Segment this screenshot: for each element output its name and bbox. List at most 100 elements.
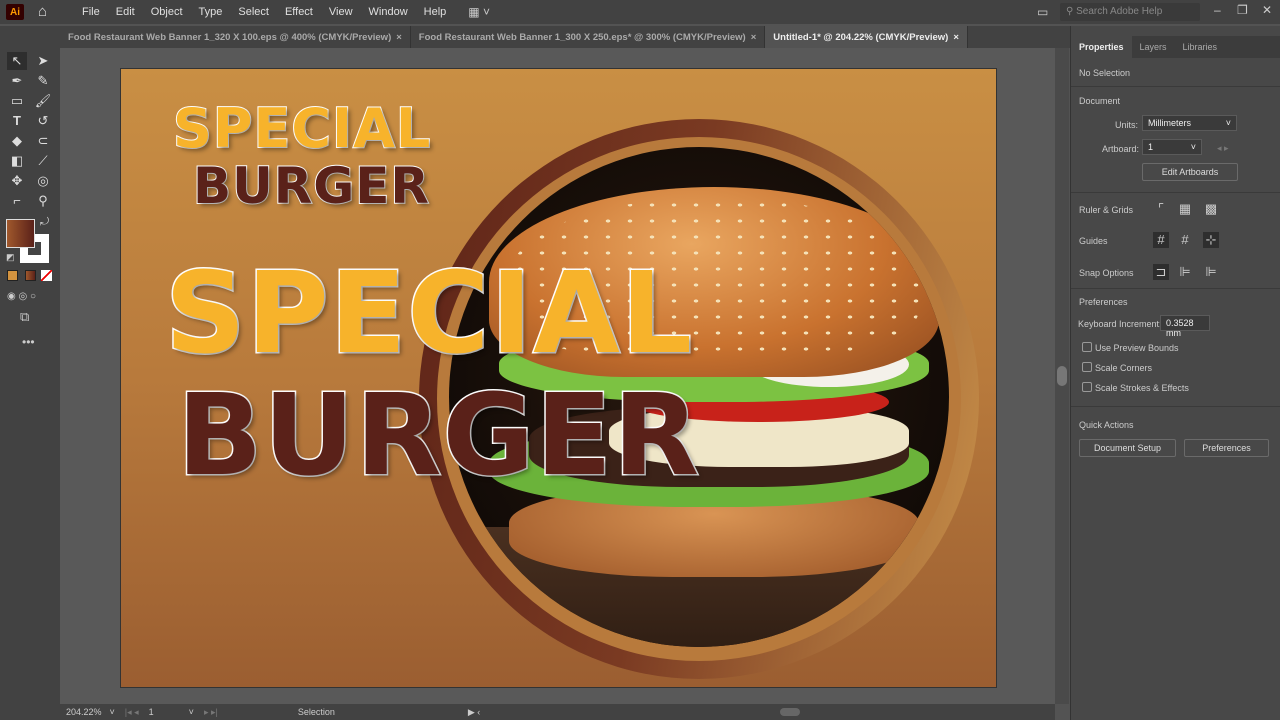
scale-strokes-checkbox[interactable] (1082, 382, 1092, 392)
workspace-switcher-icon[interactable]: ▦ ˅ (468, 5, 490, 19)
draw-normal-icon[interactable]: ◉ ◎ ○ (7, 291, 36, 302)
artboard[interactable]: SPECIAL BURGER SPECIAL BURGER (120, 68, 997, 688)
eraser-tool-icon[interactable]: ◆ (7, 132, 27, 150)
rectangle-tool-icon[interactable]: ▭ (7, 92, 27, 110)
tab-libraries[interactable]: Libraries (1175, 36, 1226, 58)
big-title-line2: BURGER (175, 370, 701, 503)
zoom-level[interactable]: 204.22% (66, 707, 102, 717)
shape-builder-tool-icon[interactable]: ◎ (33, 172, 53, 190)
default-colors-icon[interactable]: ◩ (6, 252, 15, 263)
menu-select[interactable]: Select (230, 6, 277, 18)
use-preview-bounds-checkbox[interactable] (1082, 342, 1092, 352)
home-icon[interactable]: ⌂ (38, 4, 54, 19)
horizontal-scrollbar[interactable] (780, 708, 801, 716)
small-title-line1: SPECIAL (172, 96, 432, 161)
artboard-dropdown-icon[interactable]: ˅ (189, 707, 194, 717)
small-title-line2: BURGER (192, 156, 430, 216)
canvas[interactable]: SPECIAL BURGER SPECIAL BURGER (60, 48, 1055, 704)
close-tab-icon[interactable]: × (396, 32, 402, 43)
close-icon[interactable]: ✕ (1262, 3, 1272, 17)
direct-selection-tool-icon[interactable]: ➤ (33, 52, 53, 70)
menu-object[interactable]: Object (143, 6, 191, 18)
selection-status: No Selection (1079, 68, 1131, 78)
selection-tool-icon[interactable]: ↖ (7, 52, 27, 70)
keyboard-increment-input[interactable]: 0.3528 mm (1160, 315, 1210, 338)
tab-properties[interactable]: Properties (1071, 36, 1132, 58)
menu-edit[interactable]: Edit (108, 6, 143, 18)
status-bar: 204.22% ˅ |◂ ◂ 1 ˅ ▸ ▸| Selection ▶ ‹ (60, 704, 1055, 720)
vertical-scrollbar[interactable] (1055, 48, 1069, 704)
zoom-dropdown-icon[interactable]: ˅ (110, 707, 115, 717)
scale-strokes-label: Scale Strokes & Effects (1095, 383, 1189, 393)
type-tool-icon[interactable]: T (7, 112, 27, 130)
eyedropper-tool-icon[interactable]: ⟋ (33, 152, 53, 170)
more-tools-icon[interactable]: ••• (22, 335, 35, 349)
units-value: Millimeters (1148, 118, 1192, 128)
big-title-line1: SPECIAL (163, 248, 694, 381)
preferences-button[interactable]: Preferences (1184, 439, 1269, 457)
screen-mode-icon[interactable]: ⧉ (20, 309, 29, 325)
first-artboard-icon[interactable]: |◂ ◂ (125, 707, 139, 718)
menu-effect[interactable]: Effect (277, 6, 321, 18)
tab-document-1[interactable]: Food Restaurant Web Banner 1_320 X 100.e… (60, 26, 411, 48)
smart-guides-icon[interactable]: ⊹ (1203, 232, 1219, 248)
menu-file[interactable]: File (74, 6, 108, 18)
scale-corners-label: Scale Corners (1095, 363, 1153, 373)
grid-icon[interactable]: ▦ (1177, 201, 1193, 217)
ruler-icon[interactable]: ⌜ (1153, 201, 1169, 217)
document-tabs: Food Restaurant Web Banner 1_320 X 100.e… (60, 26, 1070, 48)
edit-artboards-button[interactable]: Edit Artboards (1142, 163, 1238, 181)
none-mode-icon[interactable] (41, 270, 52, 281)
document-heading: Document (1079, 96, 1121, 106)
menu-window[interactable]: Window (361, 6, 416, 18)
artboard-label: Artboard: (1102, 144, 1140, 154)
status-menu-icon[interactable]: ▶ ‹ (468, 707, 480, 718)
close-tab-icon[interactable]: × (751, 32, 757, 43)
lasso-tool-icon[interactable]: ⊂ (33, 132, 53, 150)
show-guides-icon[interactable]: # (1153, 232, 1169, 248)
next-artboard-icon[interactable]: ▸ ▸| (204, 707, 218, 718)
guides-label: Guides (1079, 236, 1108, 246)
swap-colors-icon[interactable]: ⤾ (40, 216, 49, 229)
tab-layers[interactable]: Layers (1132, 36, 1175, 58)
document-setup-button[interactable]: Document Setup (1079, 439, 1176, 457)
artboard-number[interactable]: 1 (149, 707, 189, 717)
minimize-icon[interactable]: – (1214, 3, 1221, 17)
snap-to-grid-icon[interactable]: ⊫ (1177, 264, 1193, 280)
tab-document-2[interactable]: Food Restaurant Web Banner 1_300 X 250.e… (411, 26, 766, 48)
scrollbar-thumb[interactable] (1057, 366, 1067, 386)
transparency-grid-icon[interactable]: ▩ (1203, 201, 1219, 217)
puppet-warp-tool-icon[interactable]: ✥ (7, 172, 27, 190)
rotate-tool-icon[interactable]: ↺ (33, 112, 53, 130)
menu-help[interactable]: Help (416, 6, 455, 18)
menu-type[interactable]: Type (191, 6, 231, 18)
tab-label: Food Restaurant Web Banner 1_300 X 250.e… (418, 31, 746, 43)
artboard-select[interactable]: 1 ˅ (1142, 139, 1202, 155)
search-input[interactable]: ⚲ Search Adobe Help (1060, 3, 1200, 21)
panel-toggle-icon[interactable]: ▭ (1037, 5, 1048, 19)
pen-tool-icon[interactable]: ✒ (7, 72, 27, 90)
gradient-mode-icon[interactable] (25, 270, 36, 281)
scale-corners-checkbox[interactable] (1082, 362, 1092, 372)
snap-to-point-icon[interactable]: ⊐ (1153, 264, 1169, 280)
zoom-tool-icon[interactable]: ⚲ (33, 192, 53, 210)
paintbrush-tool-icon[interactable]: 🖌 (33, 92, 53, 110)
lock-guides-icon[interactable]: # (1177, 232, 1193, 248)
quick-actions-heading: Quick Actions (1079, 420, 1134, 430)
tab-document-3[interactable]: Untitled-1* @ 204.22% (CMYK/Preview) × (765, 26, 968, 48)
units-select[interactable]: Millimeters ˅ (1142, 115, 1237, 131)
preferences-heading: Preferences (1079, 297, 1128, 307)
restore-icon[interactable]: ❐ (1237, 3, 1248, 17)
close-tab-icon[interactable]: × (953, 32, 959, 43)
menu-view[interactable]: View (321, 6, 361, 18)
tab-label: Food Restaurant Web Banner 1_320 X 100.e… (68, 31, 392, 43)
curvature-tool-icon[interactable]: ✎ (33, 72, 53, 90)
artboard-nav-icon[interactable]: ◂ ▸ (1217, 143, 1229, 154)
fill-swatch[interactable] (6, 219, 35, 248)
properties-panel: Properties Layers Libraries No Selection… (1070, 26, 1280, 720)
color-mode-icon[interactable] (7, 270, 18, 281)
current-tool: Selection (297, 707, 335, 717)
artboard-tool-icon[interactable]: ⌐ (7, 192, 27, 210)
gradient-tool-icon[interactable]: ◧ (7, 152, 27, 170)
snap-to-pixel-icon[interactable]: ⊫ (1203, 264, 1219, 280)
